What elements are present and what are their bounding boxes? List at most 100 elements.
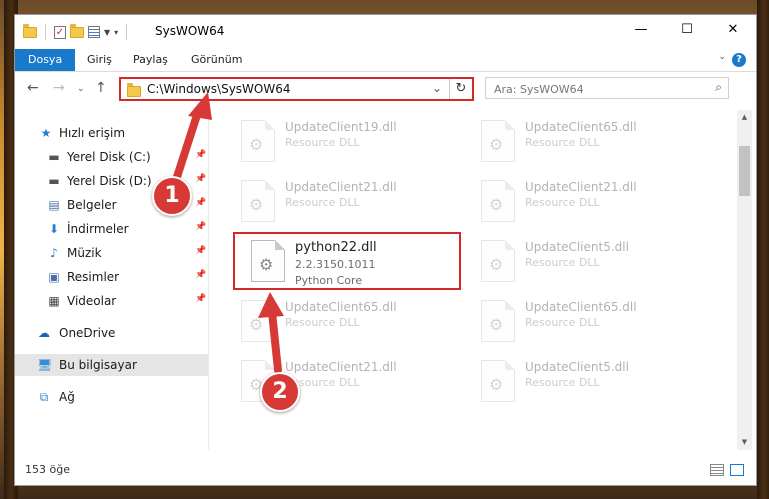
- minimize-button[interactable]: —: [618, 15, 664, 45]
- tab-view[interactable]: Görünüm: [181, 49, 252, 71]
- file-name: UpdateClient21.dll: [285, 180, 397, 194]
- window-title: SysWOW64: [155, 24, 225, 38]
- search-box[interactable]: ⌕: [485, 77, 729, 100]
- sidebar-item-label: Müzik: [67, 246, 102, 260]
- documents-icon: ▤: [48, 198, 60, 212]
- file-tile[interactable]: ⚙ UpdateClient65.dll Resource DLL: [477, 296, 697, 352]
- dll-file-icon: ⚙: [481, 120, 515, 162]
- explorer-window: ✓ ▼ ▾ SysWOW64 — ☐ ✕ Dosya Giriş Paylaş …: [14, 14, 757, 486]
- recent-locations-icon[interactable]: ⌄: [77, 84, 85, 94]
- back-arrow-icon[interactable]: ←: [27, 80, 39, 96]
- sidebar-item-label: Ağ: [59, 390, 75, 404]
- tab-file[interactable]: Dosya: [15, 49, 76, 71]
- close-button[interactable]: ✕: [710, 15, 756, 45]
- properties-icon[interactable]: [88, 26, 100, 38]
- gear-icon: ⚙: [489, 375, 504, 394]
- file-description: Resource DLL: [285, 316, 360, 329]
- folder-icon: [127, 83, 141, 97]
- gear-icon: ⚙: [249, 315, 264, 334]
- refresh-icon[interactable]: ↻: [449, 79, 472, 99]
- sidebar-item-label: Videolar: [67, 294, 117, 308]
- chevron-down-icon[interactable]: ⌄: [432, 81, 442, 95]
- sidebar-item-local-disk-c[interactable]: ▬ Yerel Disk (C:) 📌: [15, 146, 209, 168]
- video-icon: ▦: [48, 294, 60, 308]
- file-name: UpdateClient19.dll: [285, 120, 397, 134]
- properties-check-icon[interactable]: ✓: [54, 25, 66, 39]
- address-path[interactable]: C:\Windows\SysWOW64: [147, 82, 291, 96]
- sidebar-item-videos[interactable]: ▦ Videolar 📌: [15, 290, 209, 312]
- expand-ribbon-icon[interactable]: ⌄: [718, 52, 726, 62]
- item-count: 153 öğe: [25, 463, 70, 476]
- tab-share[interactable]: Paylaş: [123, 49, 178, 71]
- gear-icon: ⚙: [249, 135, 264, 154]
- sidebar-item-label: Bu bilgisayar: [59, 358, 137, 372]
- sidebar-item-label: Hızlı erişim: [59, 126, 126, 140]
- drive-icon: ▬: [48, 174, 60, 188]
- sidebar-item-pictures[interactable]: ▣ Resimler 📌: [15, 266, 209, 288]
- scroll-down-icon[interactable]: ▼: [737, 435, 752, 450]
- dll-file-icon: ⚙: [241, 180, 275, 222]
- dll-file-icon: ⚙: [241, 300, 275, 342]
- dll-file-icon: ⚙: [481, 240, 515, 282]
- file-name: UpdateClient65.dll: [525, 120, 637, 134]
- dll-file-icon: ⚙: [481, 360, 515, 402]
- cloud-icon: ☁: [38, 326, 50, 340]
- help-icon[interactable]: ?: [732, 53, 746, 67]
- file-description: Resource DLL: [285, 136, 360, 149]
- sidebar-item-label: Belgeler: [67, 198, 117, 212]
- file-description: Resource DLL: [525, 196, 600, 209]
- file-name: UpdateClient21.dll: [285, 360, 397, 374]
- up-arrow-icon[interactable]: ↑: [95, 80, 107, 96]
- pin-icon[interactable]: 📌: [195, 150, 206, 160]
- search-icon[interactable]: ⌕: [715, 80, 722, 95]
- sidebar-item-network[interactable]: ⧉ Ağ: [15, 386, 209, 408]
- file-description: Resource DLL: [285, 196, 360, 209]
- network-icon: ⧉: [39, 390, 49, 404]
- navigation-pane: ★ Hızlı erişim ▬ Yerel Disk (C:) 📌 ▬ Yer…: [15, 110, 209, 450]
- pin-icon[interactable]: 📌: [195, 222, 206, 232]
- file-tile[interactable]: ⚙ UpdateClient21.dll Resource DLL: [237, 176, 457, 232]
- vertical-scrollbar[interactable]: ▲ ▼: [737, 110, 752, 450]
- star-icon: ★: [40, 126, 52, 140]
- sidebar-item-onedrive[interactable]: ☁ OneDrive: [15, 322, 209, 344]
- tiles-view-icon[interactable]: [730, 464, 744, 476]
- maximize-button[interactable]: ☐: [664, 15, 710, 45]
- file-tile[interactable]: ⚙ UpdateClient65.dll Resource DLL: [237, 296, 457, 352]
- scroll-up-icon[interactable]: ▲: [737, 110, 752, 125]
- folder-icon: [23, 23, 37, 38]
- pin-icon[interactable]: 📌: [195, 294, 206, 304]
- forward-arrow-icon[interactable]: →: [53, 80, 65, 96]
- file-tile[interactable]: ⚙ UpdateClient19.dll Resource DLL: [237, 116, 457, 172]
- sidebar-item-quick-access[interactable]: ★ Hızlı erişim: [15, 122, 209, 144]
- sidebar-item-label: Yerel Disk (D:): [67, 174, 152, 188]
- details-view-icon[interactable]: [710, 464, 724, 476]
- chevron-down-icon[interactable]: ▼: [104, 28, 110, 37]
- sidebar-item-music[interactable]: ♪ Müzik 📌: [15, 242, 209, 264]
- toolbar-divider: [126, 24, 128, 40]
- pin-icon[interactable]: 📌: [195, 174, 206, 184]
- file-tile[interactable]: ⚙ UpdateClient5.dll Resource DLL: [477, 356, 697, 412]
- pin-icon[interactable]: 📌: [195, 270, 206, 280]
- file-tile[interactable]: ⚙ UpdateClient21.dll Resource DLL: [477, 176, 697, 232]
- sidebar-item-label: Yerel Disk (C:): [67, 150, 151, 164]
- address-bar[interactable]: C:\Windows\SysWOW64 ⌄ ↻: [119, 77, 474, 101]
- scroll-thumb[interactable]: [739, 146, 750, 196]
- gear-icon: ⚙: [489, 315, 504, 334]
- sidebar-item-label: Resimler: [67, 270, 120, 284]
- pin-icon[interactable]: 📌: [195, 198, 206, 208]
- quick-access-toolbar: ✓ ▼ ▾: [23, 23, 131, 40]
- sidebar-item-label: OneDrive: [59, 326, 116, 340]
- search-input[interactable]: [486, 78, 716, 100]
- file-tile[interactable]: ⚙ UpdateClient65.dll Resource DLL: [477, 116, 697, 172]
- file-name: UpdateClient65.dll: [525, 300, 637, 314]
- new-folder-icon[interactable]: [70, 23, 84, 38]
- sidebar-item-downloads[interactable]: ⬇ İndirmeler 📌: [15, 218, 209, 240]
- ribbon-tabs: Dosya Giriş Paylaş Görünüm ⌄ ?: [15, 49, 756, 72]
- file-tile[interactable]: ⚙ UpdateClient5.dll Resource DLL: [477, 236, 697, 292]
- pin-icon[interactable]: 📌: [195, 246, 206, 256]
- gear-icon: ⚙: [489, 135, 504, 154]
- file-name: UpdateClient5.dll: [525, 360, 629, 374]
- customize-toolbar-icon[interactable]: ▾: [114, 28, 118, 37]
- sidebar-item-this-pc[interactable]: 🖥 Bu bilgisayar: [15, 354, 209, 376]
- tab-home[interactable]: Giriş: [77, 49, 122, 71]
